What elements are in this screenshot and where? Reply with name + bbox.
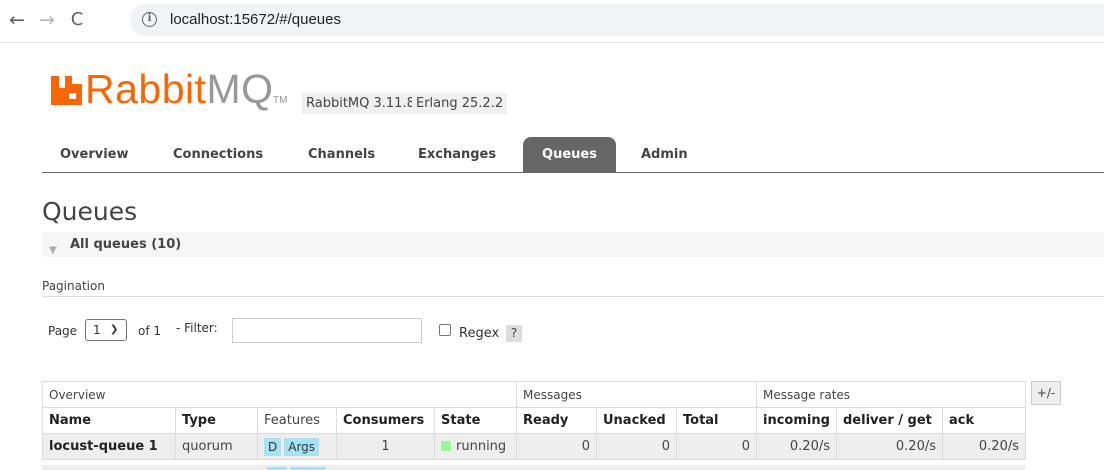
queue-consumers: 1 — [336, 433, 435, 460]
state-label: running — [456, 439, 507, 454]
rate-deliver-get: 0.20/s — [836, 433, 943, 460]
filter-input[interactable] — [232, 318, 422, 343]
section-title: All queues (10) — [70, 237, 182, 252]
tab-overview[interactable]: Overview — [42, 137, 147, 173]
tab-connections[interactable]: Connections — [155, 137, 281, 173]
column-options-button[interactable]: +/- — [1031, 381, 1061, 405]
column-group-row: Overview Messages Message rates — [42, 381, 1026, 408]
page-count-label: of 1 — [138, 324, 162, 338]
address-bar[interactable]: i localhost:15672/#/queues — [130, 4, 1104, 36]
rate-incoming: 0.20/s — [756, 433, 837, 460]
table-row-partial — [42, 465, 1025, 470]
regex-checkbox[interactable] — [439, 324, 451, 336]
logo-wordmark: RabbitMQ — [85, 66, 274, 112]
collapse-triangle-icon: ▼ — [49, 245, 57, 256]
rabbitmq-logo-icon — [51, 76, 82, 105]
regex-label: Regex — [459, 326, 500, 341]
tab-admin[interactable]: Admin — [623, 137, 706, 173]
messages-unacked: 0 — [596, 433, 677, 460]
divider — [42, 296, 1104, 297]
chevron-down-icon: ❯ — [110, 324, 119, 335]
tab-exchanges[interactable]: Exchanges — [400, 137, 514, 173]
queues-table: Overview Messages Message rates Name Typ… — [42, 381, 1026, 460]
rate-ack: 0.20/s — [942, 433, 1026, 460]
col-consumers[interactable]: Consumers — [336, 407, 435, 434]
col-state[interactable]: State — [434, 407, 517, 434]
url-text[interactable]: localhost:15672/#/queues — [170, 11, 341, 28]
col-ack[interactable]: ack — [942, 407, 1026, 434]
col-features[interactable]: Features — [257, 407, 337, 434]
help-button[interactable]: ? — [506, 325, 522, 342]
main-tabs: Overview Connections Channels Exchanges … — [42, 137, 1104, 173]
browser-toolbar: ← → C i localhost:15672/#/queues — [0, 0, 1104, 43]
group-message-rates: Message rates — [756, 381, 1026, 408]
page-label: Page — [48, 324, 78, 338]
column-header-row: Name Type Features Consumers State Ready… — [42, 407, 1026, 434]
group-messages: Messages — [516, 381, 757, 408]
messages-ready: 0 — [516, 433, 597, 460]
col-incoming[interactable]: incoming — [756, 407, 837, 434]
group-overview: Overview — [42, 381, 517, 408]
queue-name-link[interactable]: locust-queue 1 — [42, 433, 176, 460]
col-ready[interactable]: Ready — [516, 407, 597, 434]
logo-trademark: TM — [273, 95, 288, 106]
feature-durable-badge[interactable]: D — [264, 437, 282, 456]
filter-label: - Filter: — [176, 321, 218, 335]
messages-total: 0 — [676, 433, 757, 460]
back-arrow-icon[interactable]: ← — [5, 8, 29, 32]
feature-args-badge[interactable]: Args — [284, 437, 320, 456]
queue-features: D Args — [257, 433, 337, 460]
queue-type: quorum — [175, 433, 258, 460]
erlang-badge: Erlang 25.2.2 — [412, 93, 508, 114]
page-select-value: 1 — [93, 323, 101, 337]
info-icon[interactable]: i — [142, 12, 157, 27]
col-type[interactable]: Type — [175, 407, 258, 434]
running-status-icon — [441, 441, 451, 451]
col-total[interactable]: Total — [676, 407, 757, 434]
queue-state: running — [434, 433, 517, 460]
page-title: Queues — [42, 197, 138, 226]
page-select[interactable]: 1 ❯ — [85, 319, 127, 341]
col-unacked[interactable]: Unacked — [596, 407, 677, 434]
all-queues-section-toggle[interactable]: ▼ All queues (10) — [42, 232, 1104, 257]
col-deliver-get[interactable]: deliver / get — [836, 407, 943, 434]
tab-queues[interactable]: Queues — [523, 137, 616, 173]
pagination-heading: Pagination — [42, 279, 105, 293]
col-name[interactable]: Name — [42, 407, 176, 434]
forward-arrow-icon[interactable]: → — [35, 8, 59, 32]
tab-channels[interactable]: Channels — [290, 137, 393, 173]
reload-icon[interactable]: C — [65, 8, 89, 32]
version-badge: RabbitMQ 3.11.8 — [302, 93, 419, 114]
table-row[interactable]: locust-queue 1 quorum D Args 1 running 0 … — [42, 433, 1026, 460]
